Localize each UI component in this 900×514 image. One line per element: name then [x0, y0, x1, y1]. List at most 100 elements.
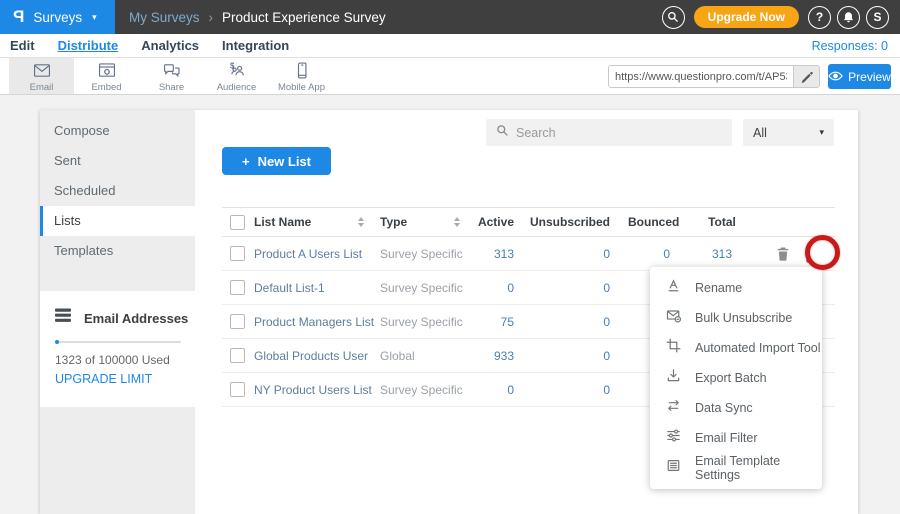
- list-type: Survey Specific: [372, 383, 468, 397]
- bulk-unsubscribe-icon: [666, 308, 681, 328]
- help-icon[interactable]: ?: [808, 6, 831, 29]
- export-batch-icon: [666, 368, 681, 388]
- list-name-link[interactable]: NY Product Users List: [254, 383, 372, 397]
- sort-icon[interactable]: [454, 217, 460, 227]
- sort-icon[interactable]: [358, 217, 364, 227]
- email-sidebar: Compose Sent Scheduled Lists Templates E…: [40, 110, 195, 514]
- list-name-link[interactable]: Product Managers List: [254, 315, 372, 329]
- survey-url-input[interactable]: [609, 66, 793, 87]
- menu-item-export-batch[interactable]: Export Batch: [650, 363, 822, 393]
- embed-icon: [95, 60, 119, 81]
- tab-distribute[interactable]: Distribute: [58, 38, 119, 53]
- email-template-settings-icon: [666, 458, 681, 478]
- active-count[interactable]: 0: [468, 383, 520, 397]
- list-name-link[interactable]: Global Products User: [254, 349, 372, 363]
- preview-button[interactable]: Preview: [828, 64, 891, 89]
- email-addresses-panel: Email Addresses 1323 of 100000 Used UPGR…: [40, 291, 195, 407]
- row-actions: [754, 245, 835, 263]
- list-type-filter-dropdown[interactable]: All ▾: [743, 119, 834, 146]
- list-type: Survey Specific: [372, 281, 468, 295]
- email-addresses-title: Email Addresses: [84, 311, 188, 326]
- toolbar-tab-label: Mobile App: [278, 82, 325, 93]
- row-checkbox[interactable]: [230, 314, 245, 329]
- row-menu-kebab-icon[interactable]: [806, 245, 810, 263]
- email-filter-icon: [666, 428, 681, 448]
- menu-item-data-sync[interactable]: Data Sync: [650, 393, 822, 423]
- menu-item-bulk-unsubscribe[interactable]: Bulk Unsubscribe: [650, 303, 822, 333]
- menu-item-email-template-settings[interactable]: Email Template Settings: [650, 453, 822, 483]
- tab-edit[interactable]: Edit: [10, 38, 35, 53]
- toolbar-tab-share[interactable]: Share: [139, 58, 204, 94]
- sidebar-item-lists[interactable]: Lists: [40, 206, 195, 236]
- user-avatar[interactable]: S: [866, 6, 889, 29]
- search-icon[interactable]: [662, 6, 685, 29]
- preview-button-label: Preview: [848, 70, 891, 84]
- toolbar-tab-label: Share: [159, 82, 184, 93]
- list-type: Survey Specific: [372, 247, 468, 261]
- email-lists-card: Compose Sent Scheduled Lists Templates E…: [40, 110, 858, 514]
- tab-integration[interactable]: Integration: [222, 38, 289, 53]
- survey-section-nav: Edit Distribute Analytics Integration Re…: [0, 34, 900, 58]
- automated-import-icon: [666, 338, 681, 358]
- notifications-bell-icon[interactable]: [837, 6, 860, 29]
- column-unsubscribed: Unsubscribed: [520, 215, 628, 229]
- unsubscribed-count: 0: [520, 247, 628, 261]
- sidebar-item-templates[interactable]: Templates: [40, 236, 195, 266]
- svg-text:$: $: [230, 61, 235, 70]
- sidebar-item-sent[interactable]: Sent: [40, 146, 195, 176]
- list-name-link[interactable]: Default List-1: [254, 281, 372, 295]
- active-count[interactable]: 313: [468, 247, 520, 261]
- total-count[interactable]: 313: [690, 247, 754, 261]
- active-count[interactable]: 933: [468, 349, 520, 363]
- row-checkbox[interactable]: [230, 280, 245, 295]
- new-list-button-label: New List: [258, 154, 311, 169]
- survey-url-field: [608, 65, 820, 88]
- active-count[interactable]: 0: [468, 281, 520, 295]
- tab-analytics[interactable]: Analytics: [141, 38, 199, 53]
- column-type: Type: [372, 215, 468, 229]
- select-all-checkbox[interactable]: [230, 215, 245, 230]
- row-checkbox[interactable]: [230, 246, 245, 261]
- email-sidebar-items: Compose Sent Scheduled Lists Templates: [40, 110, 195, 266]
- unsubscribed-count: 0: [520, 349, 628, 363]
- top-header: P Surveys ▾ My Surveys › Product Experie…: [0, 0, 900, 34]
- column-total: Total: [690, 215, 754, 229]
- list-name-link[interactable]: Product A Users List: [254, 247, 372, 261]
- toolbar-tab-audience[interactable]: $ Audience: [204, 58, 269, 94]
- audience-icon: $: [225, 60, 249, 81]
- upgrade-limit-link[interactable]: UPGRADE LIMIT: [55, 372, 195, 386]
- menu-item-email-filter[interactable]: Email Filter: [650, 423, 822, 453]
- list-type: Global: [372, 349, 468, 363]
- responses-count[interactable]: Responses: 0: [812, 39, 900, 53]
- product-switcher[interactable]: P Surveys ▾: [0, 0, 115, 34]
- sidebar-item-scheduled[interactable]: Scheduled: [40, 176, 195, 206]
- eye-icon: [828, 70, 843, 84]
- bounced-count: 0: [628, 247, 690, 261]
- delete-list-trash-icon[interactable]: [776, 246, 790, 262]
- toolbar-tab-embed[interactable]: Embed: [74, 58, 139, 94]
- row-checkbox[interactable]: [230, 348, 245, 363]
- envelope-icon: [30, 60, 54, 81]
- chevron-down-icon: ▾: [819, 127, 824, 138]
- email-addresses-header: Email Addresses: [40, 291, 195, 328]
- menu-item-automated-import-tool[interactable]: Automated Import Tool: [650, 333, 822, 363]
- search-icon: [496, 124, 509, 142]
- mobile-icon: [290, 60, 314, 81]
- chevron-down-icon: ▾: [92, 12, 97, 23]
- toolbar-tab-label: Audience: [217, 82, 257, 93]
- row-checkbox[interactable]: [230, 382, 245, 397]
- breadcrumb-my-surveys[interactable]: My Surveys: [129, 10, 200, 25]
- upgrade-now-button[interactable]: Upgrade Now: [694, 6, 799, 28]
- edit-url-pencil-icon[interactable]: [793, 66, 819, 87]
- toolbar-tab-mobile-app[interactable]: Mobile App: [269, 58, 334, 94]
- menu-item-rename[interactable]: Rename: [650, 273, 822, 303]
- toolbar-tab-email[interactable]: Email: [9, 58, 74, 94]
- breadcrumb: My Surveys › Product Experience Survey: [129, 10, 386, 25]
- active-count[interactable]: 75: [468, 315, 520, 329]
- search-input[interactable]: [516, 126, 696, 140]
- new-list-button[interactable]: + New List: [222, 147, 331, 175]
- sidebar-item-compose[interactable]: Compose: [40, 116, 195, 146]
- breadcrumb-separator: ›: [209, 10, 214, 25]
- table-row: Product A Users List Survey Specific 313…: [222, 237, 835, 271]
- list-type: Survey Specific: [372, 315, 468, 329]
